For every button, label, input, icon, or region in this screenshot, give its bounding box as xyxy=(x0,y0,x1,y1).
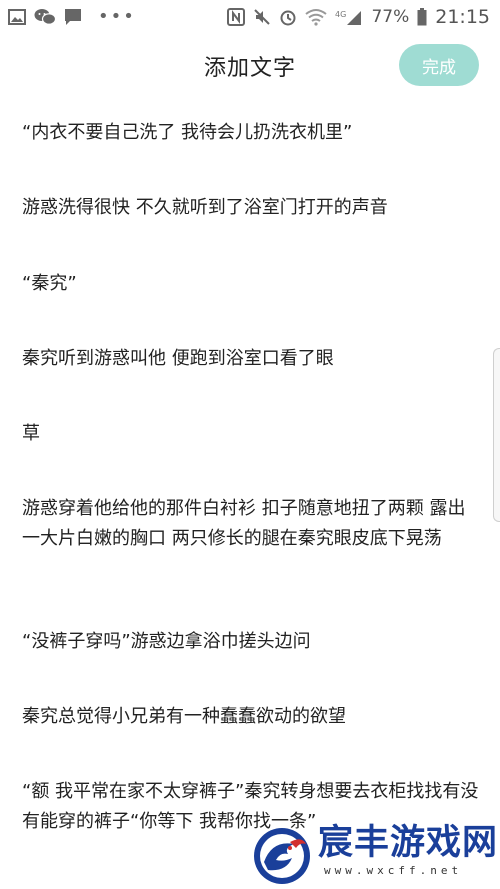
screen: ••• 4G 77% 21:15 添加文字 完成 “内衣不要自己洗了 我待会儿扔… xyxy=(0,0,500,889)
paragraph[interactable]: “秦究” xyxy=(22,269,482,299)
wifi-icon xyxy=(305,7,328,27)
status-bar: ••• 4G 77% 21:15 xyxy=(0,0,500,34)
more-notifications-icon: ••• xyxy=(98,6,136,27)
scroll-handle[interactable] xyxy=(493,348,500,522)
battery-icon xyxy=(417,7,427,27)
watermark-url: www.wxcff.net xyxy=(324,864,463,877)
paragraph[interactable]: “内衣不要自己洗了 我待会儿扔洗衣机里” xyxy=(22,118,482,148)
paragraph[interactable]: “没裤子穿吗”游惑边拿浴巾搓头边问 xyxy=(22,627,482,657)
status-left: ••• xyxy=(8,7,136,27)
clock: 21:15 xyxy=(435,6,490,28)
battery-percent: 77% xyxy=(371,7,410,27)
paragraph[interactable]: 草 xyxy=(22,419,482,449)
watermark-text: 宸丰游戏网 www.wxcff.net xyxy=(318,822,498,877)
mute-icon xyxy=(253,7,271,27)
signal-icon: 4G xyxy=(335,7,363,27)
paragraph[interactable]: 秦究总觉得小兄弟有一种蠢蠢欲动的欲望 xyxy=(22,702,482,732)
paragraph[interactable]: 游惑穿着他给他的那件白衬衫 扣子随意地扭了两颗 露出一大片白嫩的胸口 两只修长的… xyxy=(22,494,482,554)
wechat-icon xyxy=(34,7,56,27)
alarm-icon xyxy=(279,7,297,27)
status-right: 4G 77% 21:15 xyxy=(227,6,490,28)
header: 添加文字 完成 xyxy=(0,40,500,92)
network-label: 4G xyxy=(335,10,346,19)
done-button[interactable]: 完成 xyxy=(399,44,479,86)
paragraph[interactable]: 游惑洗得很快 不久就听到了浴室门打开的声音 xyxy=(22,193,482,223)
watermark: 宸丰游戏网 www.wxcff.net xyxy=(250,822,500,889)
watermark-name: 宸丰游戏网 xyxy=(318,823,499,863)
nfc-icon xyxy=(227,7,246,27)
paragraph[interactable]: 秦究听到游惑叫他 便跑到浴室口看了眼 xyxy=(22,344,482,374)
message-icon xyxy=(64,7,82,27)
watermark-logo-icon xyxy=(254,828,310,884)
gallery-icon xyxy=(8,7,26,27)
